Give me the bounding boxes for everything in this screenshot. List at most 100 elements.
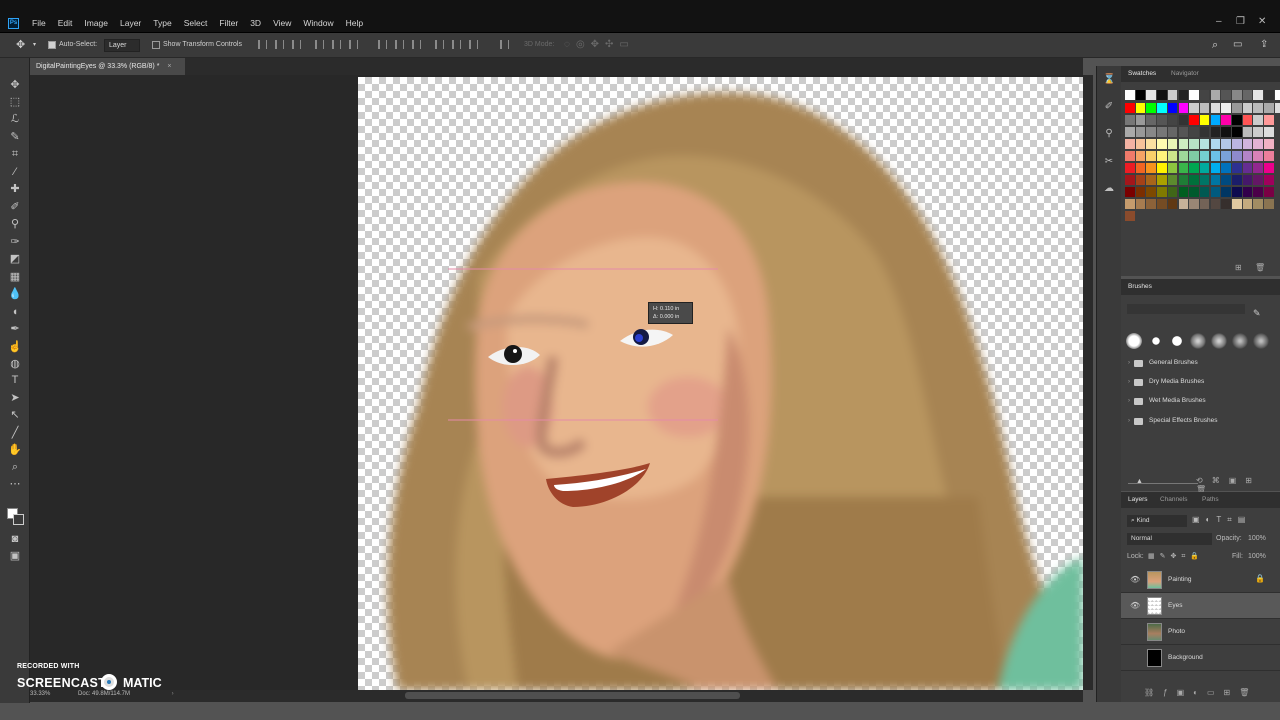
swatch-grid[interactable] xyxy=(1125,90,1280,240)
eye-icon[interactable]: 👁 xyxy=(1130,575,1140,584)
tab-channels[interactable]: Channels xyxy=(1160,492,1187,508)
swatch[interactable] xyxy=(1135,199,1146,209)
blend-mode-dropdown[interactable]: Normal xyxy=(1127,533,1212,545)
menu-select[interactable]: Select xyxy=(178,17,214,30)
swatch[interactable] xyxy=(1135,163,1146,173)
swatch[interactable] xyxy=(1221,187,1231,197)
hand-tool-icon[interactable]: ✋ xyxy=(8,443,22,457)
distribute-top-icon[interactable] xyxy=(378,40,387,49)
swatch[interactable] xyxy=(1146,127,1156,137)
swatch[interactable] xyxy=(1189,163,1199,173)
swatch[interactable] xyxy=(1232,127,1242,137)
align-vcenter-icon[interactable] xyxy=(275,40,284,49)
swatch[interactable] xyxy=(1146,151,1156,161)
swatch[interactable] xyxy=(1232,199,1242,209)
swatch[interactable] xyxy=(1178,115,1188,125)
swatch[interactable] xyxy=(1178,199,1188,209)
swatch[interactable] xyxy=(1253,127,1263,137)
swatch[interactable] xyxy=(1135,90,1146,100)
auto-select-target-dropdown[interactable]: Layer xyxy=(104,39,140,52)
tab-swatches[interactable]: Swatches xyxy=(1128,66,1156,82)
new-swatch-icon[interactable]: ⊞ xyxy=(1235,263,1242,272)
layer-filter-dropdown[interactable]: ⌕ Kind xyxy=(1127,515,1187,527)
swatch[interactable] xyxy=(1125,211,1135,221)
share-icon[interactable]: ⇪ xyxy=(1260,33,1268,57)
swatch[interactable] xyxy=(1157,90,1167,100)
swatch[interactable] xyxy=(1221,115,1231,125)
swatch[interactable] xyxy=(1189,90,1199,100)
slider-handle-icon[interactable]: ▲ xyxy=(1136,478,1143,485)
menu-filter[interactable]: Filter xyxy=(213,17,244,30)
swatch[interactable] xyxy=(1199,139,1210,149)
swatch[interactable] xyxy=(1146,103,1156,113)
swatch[interactable] xyxy=(1167,127,1178,137)
quick-select-tool-icon[interactable]: ✎ xyxy=(8,130,22,144)
status-arrow-icon[interactable]: › xyxy=(172,691,174,697)
swatch[interactable] xyxy=(1232,90,1242,100)
align-bottom-icon[interactable] xyxy=(292,40,301,49)
fill-value[interactable]: 100% xyxy=(1248,553,1266,560)
swatch[interactable] xyxy=(1253,139,1263,149)
swatch[interactable] xyxy=(1167,187,1178,197)
distribute-bottom-icon[interactable] xyxy=(412,40,421,49)
swatch[interactable] xyxy=(1199,115,1210,125)
horizontal-scroll-thumb[interactable] xyxy=(405,692,740,699)
swatch[interactable] xyxy=(1242,90,1253,100)
swatch[interactable] xyxy=(1146,139,1156,149)
menu-image[interactable]: Image xyxy=(78,17,114,30)
swatch[interactable] xyxy=(1189,199,1199,209)
tab-layers[interactable]: Layers xyxy=(1128,492,1148,508)
swatch[interactable] xyxy=(1253,175,1263,185)
menu-view[interactable]: View xyxy=(267,17,297,30)
swatch[interactable] xyxy=(1253,187,1263,197)
move-tool-icon[interactable]: ✥ xyxy=(16,33,25,57)
swatch[interactable] xyxy=(1210,90,1221,100)
align-hcenter-icon[interactable] xyxy=(332,40,341,49)
swatch[interactable] xyxy=(1125,115,1135,125)
swatch[interactable] xyxy=(1167,103,1178,113)
swatch[interactable] xyxy=(1242,115,1253,125)
swatch[interactable] xyxy=(1253,90,1263,100)
swatch[interactable] xyxy=(1264,163,1274,173)
swatch[interactable] xyxy=(1242,139,1253,149)
swatch[interactable] xyxy=(1199,90,1210,100)
swatch[interactable] xyxy=(1253,115,1263,125)
search-icon[interactable]: ⌕ xyxy=(1212,33,1218,57)
3d-mode-icons[interactable]: ◌◎✥✣▭ xyxy=(564,33,635,57)
tab-paths[interactable]: Paths xyxy=(1202,492,1219,508)
swatch[interactable] xyxy=(1189,151,1199,161)
swatch[interactable] xyxy=(1253,199,1263,209)
swatch[interactable] xyxy=(1242,127,1253,137)
swatch[interactable] xyxy=(1221,163,1231,173)
swatch[interactable] xyxy=(1199,163,1210,173)
swatch[interactable] xyxy=(1210,187,1221,197)
swatch[interactable] xyxy=(1264,127,1274,137)
brush-settings-icon[interactable]: ✐ xyxy=(1103,101,1115,113)
swatch[interactable] xyxy=(1135,187,1146,197)
vertical-scrollbar[interactable] xyxy=(1083,75,1093,690)
swatch[interactable] xyxy=(1242,103,1253,113)
brush-size-slider[interactable] xyxy=(1127,304,1245,314)
new-brush-icon[interactable]: ✎ xyxy=(1253,308,1261,319)
healing-brush-tool-icon[interactable]: ✚ xyxy=(8,182,22,196)
align-top-icon[interactable] xyxy=(258,40,267,49)
layer-row-painting[interactable]: 👁 Painting 🔒 xyxy=(1121,567,1280,593)
distribute-vcenter-icon[interactable] xyxy=(395,40,404,49)
more-tools-icon[interactable]: ⋯ xyxy=(8,477,22,491)
swatch[interactable] xyxy=(1264,103,1274,113)
tab-brushes[interactable]: Brushes xyxy=(1128,279,1152,295)
menu-edit[interactable]: Edit xyxy=(52,17,79,30)
brush-preset-2[interactable] xyxy=(1148,333,1164,349)
swatch[interactable] xyxy=(1253,151,1263,161)
show-transform-checkbox[interactable] xyxy=(152,41,160,49)
swatch[interactable] xyxy=(1199,199,1210,209)
swatch[interactable] xyxy=(1167,115,1178,125)
swatch[interactable] xyxy=(1221,103,1231,113)
swatch[interactable] xyxy=(1210,103,1221,113)
swatch[interactable] xyxy=(1232,175,1242,185)
layer-row-photo[interactable]: Photo xyxy=(1121,619,1280,645)
swatch[interactable] xyxy=(1125,187,1135,197)
layers-footer-icons[interactable]: ⛓ƒ▣◐▭⊞🗑 xyxy=(1144,688,1258,697)
auto-select-checkbox[interactable] xyxy=(48,41,56,49)
swatch[interactable] xyxy=(1125,103,1135,113)
